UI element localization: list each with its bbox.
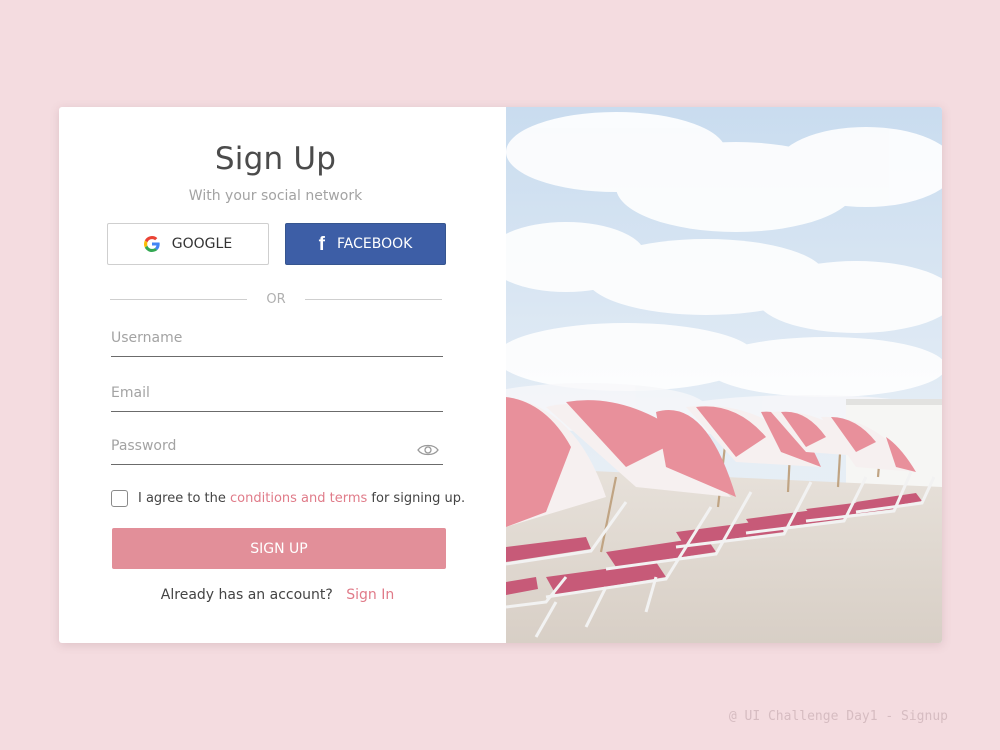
terms-link[interactable]: conditions and terms: [230, 491, 367, 506]
divider-left: [110, 299, 247, 300]
signin-link[interactable]: Sign In: [346, 587, 394, 603]
divider-right: [305, 299, 442, 300]
terms-prefix: I agree to the: [138, 490, 226, 506]
divider-or: OR: [266, 292, 286, 307]
terms-checkbox[interactable]: [111, 489, 128, 507]
google-button-label: GOOGLE: [171, 236, 233, 252]
subtitle: With your social network: [188, 188, 363, 204]
email-field-wrapper: [111, 377, 443, 412]
google-icon: [143, 236, 160, 252]
eye-icon[interactable]: [417, 442, 439, 456]
beach-photo: [506, 107, 942, 643]
google-signup-button[interactable]: GOOGLE: [107, 223, 269, 265]
signin-row: Already has an account? Sign In: [59, 587, 496, 603]
page-title: Sign Up: [214, 141, 337, 177]
password-input[interactable]: [111, 430, 411, 462]
terms-suffix: for signing up.: [371, 490, 466, 506]
signup-card: Sign Up With your social network GOOGLE …: [59, 107, 942, 643]
password-field-wrapper: [111, 430, 443, 465]
facebook-button-label: FACEBOOK: [337, 236, 413, 252]
username-field-wrapper: [111, 322, 443, 357]
facebook-signup-button[interactable]: f FACEBOOK: [285, 223, 446, 265]
signup-button[interactable]: SIGN UP: [112, 528, 446, 569]
facebook-icon: f: [318, 233, 325, 255]
username-input[interactable]: [111, 322, 411, 354]
signup-form: Sign Up With your social network GOOGLE …: [59, 107, 506, 643]
terms-row: I agree to the conditions and terms for …: [111, 488, 465, 508]
email-input[interactable]: [111, 377, 411, 409]
signin-prompt: Already has an account?: [160, 587, 333, 603]
credit-text: @ UI Challenge Day1 - Signup: [728, 709, 948, 724]
